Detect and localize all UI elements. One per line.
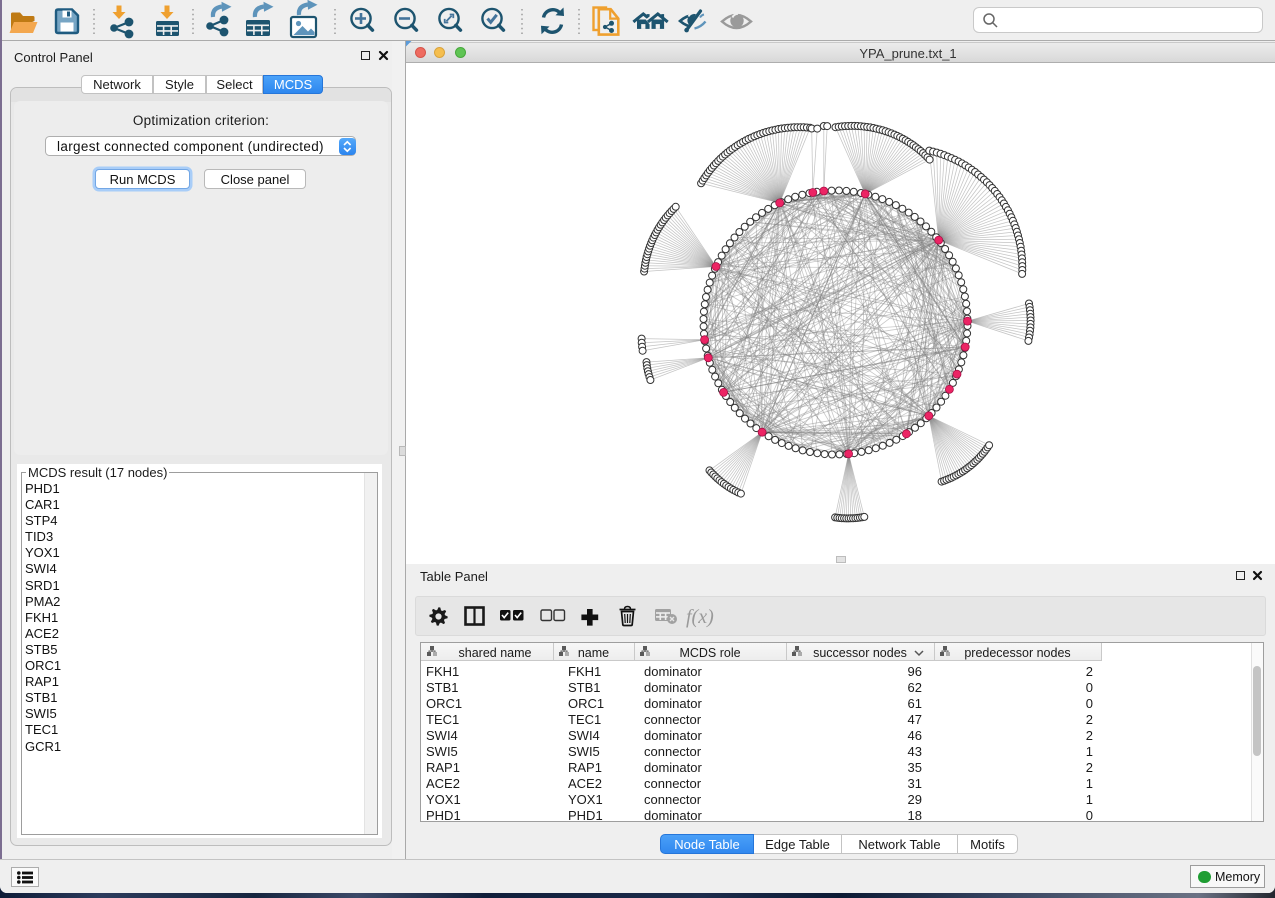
svg-text:f(x): f(x): [686, 606, 714, 628]
